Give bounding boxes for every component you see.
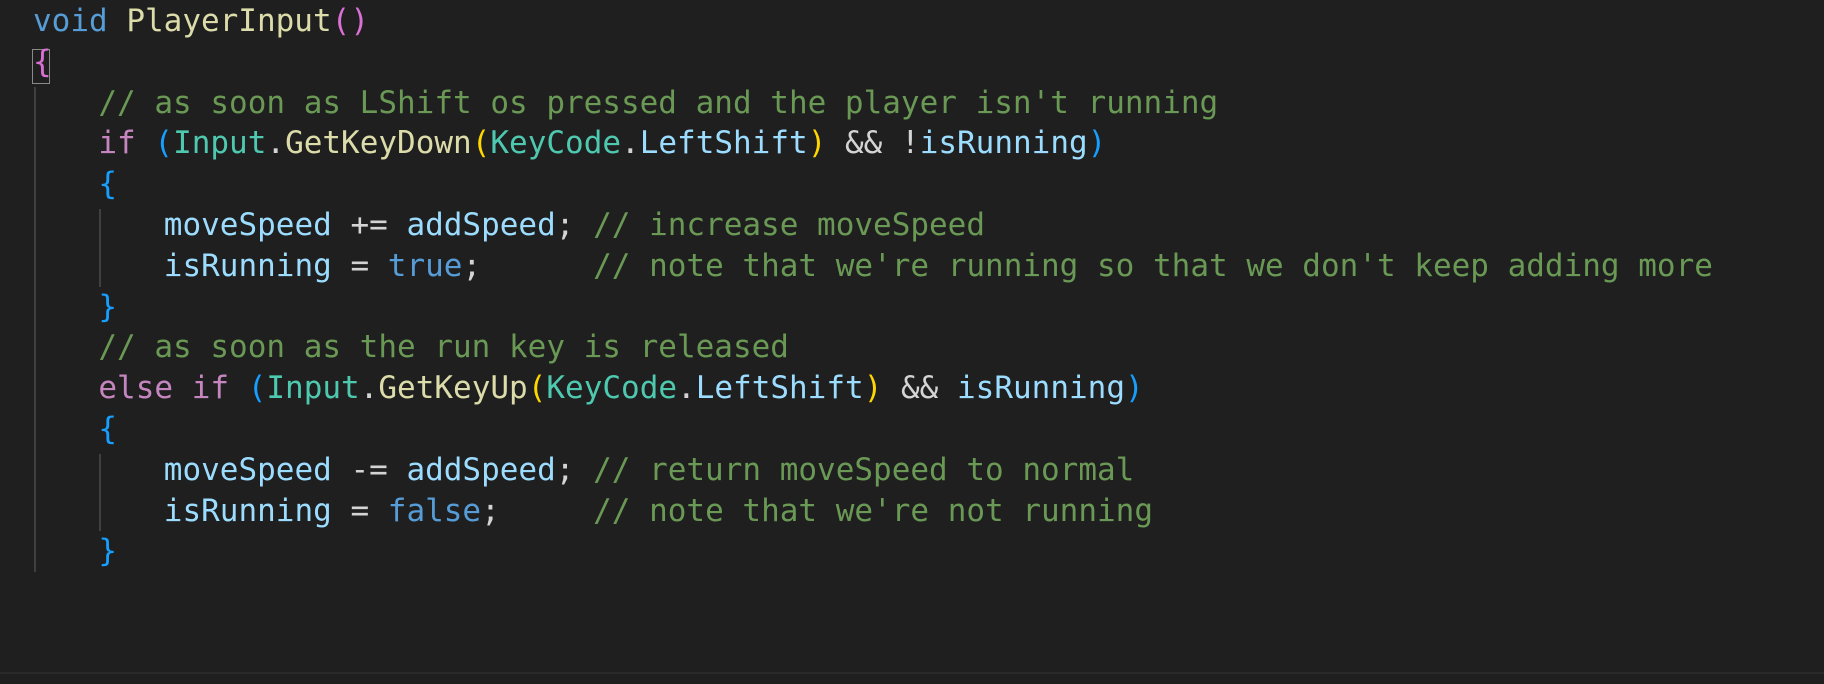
token-type: Input [173,125,267,162]
token-variable: moveSpeed [163,207,332,243]
token-bracket3: ) [863,370,883,407]
token-bracket2: { [98,411,118,447]
token-bracket3: ( [527,370,547,407]
token-variable: addSpeed [406,451,556,488]
token-default: . [266,125,286,162]
token-keyword: true [387,247,463,284]
token-bracket2: ) [1125,370,1144,407]
token-default: . [621,125,640,162]
code-editor[interactable]: void PlayerInput(){// as soon as LShift … [0,0,1824,684]
token-keyword: false [387,492,482,529]
token-default: ; [555,207,594,243]
token-bracket2: } [98,288,118,325]
token-bracket1: { [33,43,52,80]
editor-bottom-divider [0,672,1824,674]
code-line[interactable]: } [98,531,117,572]
token-bracket1: ) [350,3,369,39]
token-default [173,370,192,406]
indent-guide-else-block [99,453,102,532]
token-bracket2: ( [247,370,267,407]
token-bracket2: } [98,533,118,570]
token-default: = [331,492,388,529]
code-line[interactable]: // as soon as the run key is released [98,327,789,368]
code-line[interactable]: { [98,409,117,450]
token-bracket2: ) [1087,125,1107,162]
code-line[interactable]: moveSpeed -= addSpeed; // return moveSpe… [164,450,1135,491]
token-default [136,125,155,161]
indent-guide-function-body [34,86,36,573]
token-variable: isRunning [919,125,1088,162]
token-default: && [882,370,958,407]
token-variable: LeftShift [639,125,808,162]
token-bracket1: ( [331,3,351,39]
token-function: GetKeyUp [378,370,528,407]
token-variable: isRunning [957,370,1125,407]
token-default [229,370,248,406]
token-default: . [359,370,379,407]
token-comment: // as soon as the run key is released [98,329,789,366]
token-variable: addSpeed [406,207,556,243]
token-comment: // as soon as LShift os pressed and the … [98,84,1219,121]
token-control: else [98,370,174,407]
token-default: . [677,370,696,407]
code-line[interactable]: isRunning = false; // note that we're no… [164,491,1153,532]
token-bracket3: ) [807,125,827,162]
token-keyword: void [33,3,108,39]
token-variable: isRunning [163,492,332,529]
token-bracket3: ( [471,125,491,162]
token-comment: // note that we're not running [593,492,1154,529]
code-line[interactable]: } [98,287,117,328]
token-type: KeyCode [490,125,622,162]
token-function: PlayerInput [126,3,332,39]
token-type: KeyCode [546,370,678,407]
code-line[interactable]: // as soon as LShift os pressed and the … [98,83,1218,124]
code-line[interactable]: isRunning = true; // note that we're run… [164,246,1713,287]
code-line[interactable]: else if (Input.GetKeyUp(KeyCode.LeftShif… [98,368,1143,409]
token-bracket2: ( [154,125,174,162]
token-bracket2: { [98,166,118,203]
token-comment: // return moveSpeed to normal [593,451,1135,488]
code-line[interactable]: { [33,42,52,83]
code-line[interactable]: void PlayerInput() [33,1,369,42]
code-line[interactable]: if (Input.GetKeyDown(KeyCode.LeftShift) … [98,123,1106,164]
code-line[interactable]: { [98,164,117,205]
token-control: if [191,370,230,407]
token-default: -= [331,451,407,488]
token-default: ; [555,451,594,488]
token-comment: // note that we're running so that we do… [593,247,1713,284]
token-default: = [331,247,388,284]
token-default [108,3,127,39]
token-default: ; [462,247,594,284]
token-default: += [331,207,407,243]
token-function: GetKeyDown [285,125,472,162]
token-default: ; [481,492,594,529]
token-control: if [98,125,136,162]
code-line[interactable]: moveSpeed += addSpeed; // increase moveS… [164,205,985,246]
token-comment: // increase moveSpeed [593,207,986,243]
token-variable: isRunning [163,247,332,284]
token-default: && ! [826,125,920,162]
token-variable: LeftShift [695,370,864,407]
token-type: Input [266,370,360,407]
token-variable: moveSpeed [163,451,332,488]
indent-guide-if-block [99,209,102,287]
